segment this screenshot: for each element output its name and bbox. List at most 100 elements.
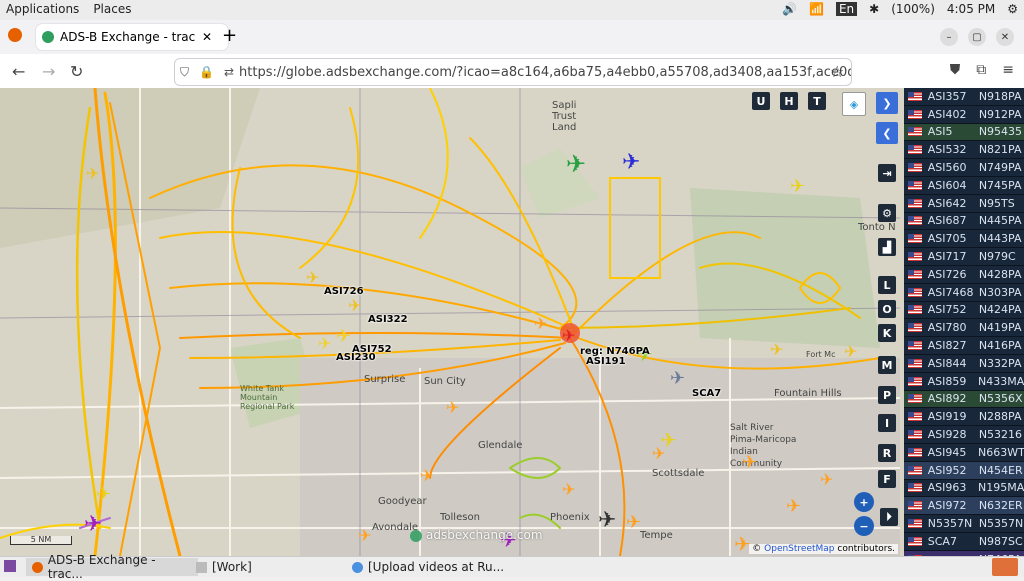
forward-button[interactable]: → xyxy=(42,62,55,81)
login-icon[interactable]: ⇥ xyxy=(878,164,896,182)
map-button-r[interactable]: R xyxy=(878,444,896,462)
aircraft-icon[interactable]: ✈ xyxy=(336,326,351,347)
applications-menu[interactable]: Applications xyxy=(6,2,79,16)
collapse-left-icon[interactable]: ❮ xyxy=(876,122,898,144)
aircraft-icon[interactable]: ✈ xyxy=(446,398,459,417)
aircraft-icon[interactable]: ✈ xyxy=(358,526,371,545)
aircraft-icon[interactable]: ✈ xyxy=(84,512,102,537)
layers-icon[interactable]: ◈ xyxy=(842,92,866,116)
table-row[interactable]: ASI687 N445PA xyxy=(904,213,1024,231)
tab-adsb-exchange[interactable]: ADS-B Exchange - track a ✕ xyxy=(36,24,228,50)
language-indicator[interactable]: En xyxy=(835,2,858,16)
table-row[interactable]: ASI705 N443PA xyxy=(904,230,1024,249)
new-tab-button[interactable]: + xyxy=(222,26,237,46)
table-row[interactable]: ASI972 N632ER xyxy=(904,497,1024,516)
map-button-k[interactable]: K xyxy=(878,324,896,342)
flight-map[interactable]: U H T ◈ ❯ ❮ ⇥ ⚙ ▟ L O K M P I R F + − ⏵ … xyxy=(0,88,904,556)
aircraft-icon[interactable]: ✈ xyxy=(770,340,783,359)
wifi-icon[interactable]: 📶 xyxy=(809,2,824,16)
table-row[interactable]: ASI919 N288PA xyxy=(904,408,1024,427)
close-tab-icon[interactable]: ✕ xyxy=(202,30,212,44)
permissions-icon[interactable]: ⇄ xyxy=(224,65,234,79)
table-row[interactable]: ASI560 N749PA xyxy=(904,159,1024,177)
map-button-p[interactable]: P xyxy=(878,386,896,404)
osm-link[interactable]: OpenStreetMap xyxy=(764,544,834,554)
table-row[interactable]: ASI963 N195MA xyxy=(904,480,1024,498)
extensions-icon[interactable]: ⧉ xyxy=(976,62,986,78)
taskbar-item-upload-videos[interactable]: [Upload videos at Ru... xyxy=(346,558,518,576)
show-desktop-icon[interactable] xyxy=(4,560,16,572)
hamburger-menu-icon[interactable]: ≡ xyxy=(1002,62,1014,78)
map-canvas[interactable] xyxy=(0,88,904,556)
table-row[interactable]: ASI844 N332PA xyxy=(904,355,1024,373)
aircraft-icon[interactable]: ✈ xyxy=(786,496,801,517)
aircraft-icon[interactable]: ✈ xyxy=(566,150,586,178)
firefox-tray-icon[interactable] xyxy=(992,558,1018,576)
close-window-button[interactable]: ✕ xyxy=(996,28,1014,46)
battery-status[interactable]: (100%) xyxy=(891,2,935,16)
table-row[interactable]: ASI780 N419PA xyxy=(904,319,1024,338)
table-row[interactable]: ASI752 N424PA xyxy=(904,302,1024,320)
table-row[interactable]: N5357N N5357N xyxy=(904,515,1024,533)
expand-right-icon[interactable]: ❯ xyxy=(876,92,898,114)
table-row[interactable]: ASI928 N53216 xyxy=(904,426,1024,444)
aircraft-icon[interactable]: ✈ xyxy=(96,484,111,505)
map-button-t[interactable]: T xyxy=(808,92,826,110)
map-button-o[interactable]: O xyxy=(878,300,896,318)
clock[interactable]: 4:05 PM xyxy=(947,2,995,16)
aircraft-icon[interactable]: ✈ xyxy=(534,314,547,333)
table-row[interactable]: ASI952 N454ER xyxy=(904,461,1024,480)
aircraft-label[interactable]: ASI230 xyxy=(336,352,376,363)
map-button-u[interactable]: U xyxy=(752,92,770,110)
table-row[interactable]: ASI5 N95435 xyxy=(904,123,1024,142)
aircraft-label[interactable]: SCA7 xyxy=(692,388,721,399)
table-row[interactable]: SCA7 N987SC xyxy=(904,533,1024,551)
replay-icon[interactable]: ⏵ xyxy=(880,508,898,526)
table-row[interactable]: ASI827 N416PA xyxy=(904,337,1024,355)
zoom-out-button[interactable]: − xyxy=(854,516,874,536)
table-row[interactable]: ASI532 N821PA xyxy=(904,141,1024,160)
table-row[interactable]: ASI642 N95TS xyxy=(904,195,1024,213)
firefox-menu-icon[interactable] xyxy=(8,28,22,42)
aircraft-label[interactable]: ASI191 xyxy=(586,356,626,367)
minimize-button[interactable]: – xyxy=(940,28,958,46)
aircraft-icon[interactable]: ✈ xyxy=(742,452,757,473)
aircraft-icon[interactable]: ✈ xyxy=(420,466,433,485)
aircraft-label[interactable]: ASI726 xyxy=(324,286,364,297)
aircraft-icon[interactable]: ✈ xyxy=(844,342,857,361)
table-row[interactable]: ASI945 N663WT xyxy=(904,444,1024,462)
aircraft-icon[interactable]: ✈ xyxy=(652,444,665,463)
aircraft-icon[interactable]: ✈ xyxy=(670,368,685,389)
bluetooth-icon[interactable]: ✱ xyxy=(869,2,879,16)
table-row[interactable]: ASI892 N5356X xyxy=(904,390,1024,409)
back-button[interactable]: ← xyxy=(12,62,25,81)
map-button-f[interactable]: F xyxy=(878,470,896,488)
pocket-icon[interactable]: ⛊ xyxy=(950,62,961,78)
url-text[interactable]: https://globe.adsbexchange.com/?icao=a8c… xyxy=(239,65,851,80)
places-menu[interactable]: Places xyxy=(93,2,131,16)
table-row[interactable]: ASI726 N428PA xyxy=(904,266,1024,284)
aircraft-icon[interactable]: ✈ xyxy=(306,268,319,287)
taskbar-item-firefox[interactable]: ADS-B Exchange - trac... xyxy=(26,553,198,581)
shield-icon[interactable]: ⛉ xyxy=(180,65,189,80)
bookmark-star-icon[interactable]: ☆ xyxy=(830,62,844,81)
volume-icon[interactable]: 🔊 xyxy=(782,2,797,16)
aircraft-icon[interactable]: ✈ xyxy=(562,480,575,499)
aircraft-icon[interactable]: ✈ xyxy=(598,508,616,533)
settings-gear-icon[interactable]: ⚙ xyxy=(878,204,896,222)
url-bar[interactable]: ⛉ 🔒 ⇄ https://globe.adsbexchange.com/?ic… xyxy=(174,58,852,86)
aircraft-icon[interactable]: ✈ xyxy=(348,296,361,315)
gear-icon[interactable]: ⚙ xyxy=(1007,2,1018,16)
table-row[interactable]: ASI7468 N303PA xyxy=(904,284,1024,302)
table-row[interactable]: ASI859 N433MA xyxy=(904,373,1024,391)
map-button-l[interactable]: L xyxy=(878,276,896,294)
aircraft-icon[interactable]: ✈ xyxy=(562,326,575,345)
map-button-i[interactable]: I xyxy=(878,414,896,432)
aircraft-icon[interactable]: ✈ xyxy=(86,164,99,183)
maximize-button[interactable]: ▢ xyxy=(968,28,986,46)
aircraft-label[interactable]: ASI322 xyxy=(368,314,408,325)
map-button-m[interactable]: M xyxy=(878,356,896,374)
lock-icon[interactable]: 🔒 xyxy=(199,65,214,79)
table-row[interactable]: ASI357 N918PA xyxy=(904,88,1024,106)
aircraft-icon[interactable]: ✈ xyxy=(820,470,833,489)
